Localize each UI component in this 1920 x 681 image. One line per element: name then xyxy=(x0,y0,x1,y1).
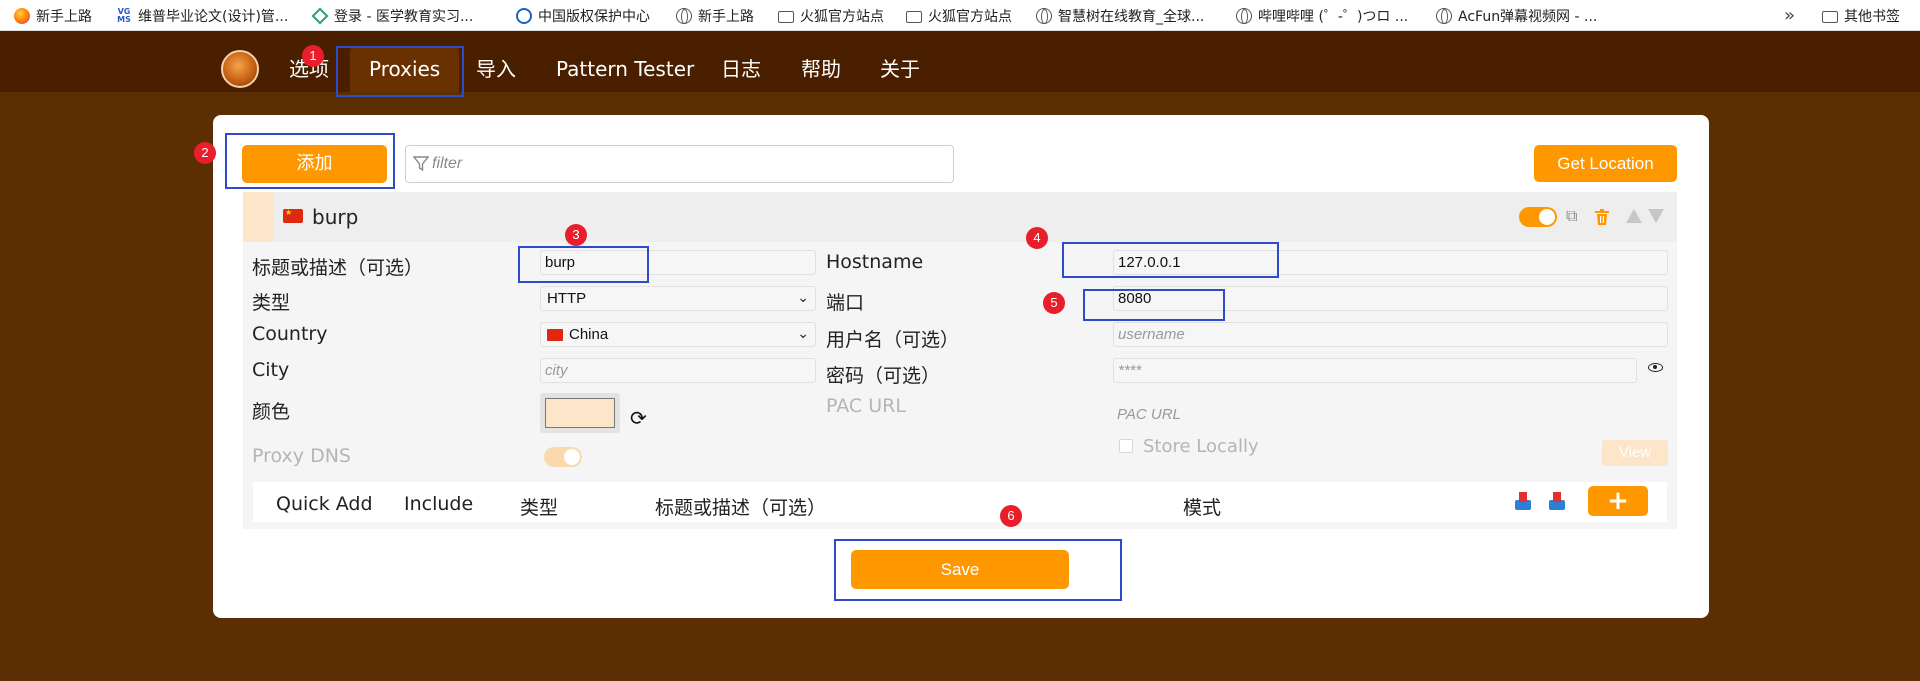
folder-icon xyxy=(906,10,922,23)
proxy-enabled-toggle[interactable] xyxy=(1519,207,1557,227)
title-label: 标题或描述（可选） xyxy=(252,257,424,279)
filter-input[interactable] xyxy=(432,146,932,182)
annotation-box-6 xyxy=(834,539,1122,601)
city-input[interactable] xyxy=(540,358,816,383)
annotation-badge-4: 4 xyxy=(1026,227,1048,249)
tab-about[interactable]: 关于 xyxy=(880,31,920,92)
proxy-color-strip xyxy=(243,192,273,242)
globe-icon xyxy=(1436,7,1452,24)
bookmark-item[interactable]: 火狐官方站点 xyxy=(778,0,884,31)
color-label: 颜色 xyxy=(252,401,291,423)
annotation-badge-5: 5 xyxy=(1043,292,1065,314)
get-location-button[interactable]: Get Location xyxy=(1534,145,1677,182)
column-pattern: 模式 xyxy=(1183,497,1222,519)
country-label: Country xyxy=(252,323,328,345)
delete-icon[interactable] xyxy=(1594,208,1610,231)
annotation-badge-1: 1 xyxy=(302,45,324,67)
move-down-icon[interactable] xyxy=(1648,209,1664,223)
folder-icon xyxy=(1822,10,1838,23)
diamond-icon xyxy=(311,7,329,24)
bookmark-item[interactable]: 新手上路 xyxy=(14,0,92,31)
annotation-badge-6: 6 xyxy=(1000,505,1022,527)
column-title: 标题或描述（可选） xyxy=(655,497,827,519)
tab-help[interactable]: 帮助 xyxy=(801,31,841,92)
vgms-icon: VG MS xyxy=(117,6,131,24)
store-locally-checkbox[interactable] xyxy=(1119,439,1133,453)
view-pac-button[interactable]: View xyxy=(1602,440,1668,466)
foxyproxy-logo xyxy=(221,50,259,88)
proxy-dns-toggle[interactable] xyxy=(544,447,582,467)
copyright-icon xyxy=(516,7,532,24)
type-label: 类型 xyxy=(252,292,291,314)
chevron-down-icon: ⌄ xyxy=(797,325,809,341)
country-select[interactable]: China ⌄ xyxy=(540,322,816,347)
firefox-icon xyxy=(14,7,30,24)
column-include: Include xyxy=(404,493,474,515)
china-flag-icon xyxy=(283,208,303,223)
bookmarks-overflow-button[interactable]: » xyxy=(1784,0,1795,31)
column-quick-add: Quick Add xyxy=(276,493,373,515)
app-header xyxy=(0,31,1920,92)
add-pattern-button[interactable]: + xyxy=(1588,486,1648,516)
tab-pattern-tester[interactable]: Pattern Tester xyxy=(556,31,694,92)
password-input[interactable] xyxy=(1113,358,1637,383)
duplicate-icon[interactable]: ⧉ xyxy=(1566,208,1577,226)
move-up-icon[interactable] xyxy=(1626,209,1642,223)
chevron-down-icon: ⌄ xyxy=(797,289,809,305)
username-label: 用户名（可选） xyxy=(826,329,960,351)
annotation-box-1 xyxy=(336,46,464,97)
city-label: City xyxy=(252,359,290,381)
folder-icon xyxy=(778,10,794,23)
bookmark-item[interactable]: 智慧树在线教育_全球... xyxy=(1036,0,1204,31)
annotation-badge-2: 2 xyxy=(194,142,216,164)
type-select[interactable]: HTTP ⌄ xyxy=(540,286,816,311)
globe-icon xyxy=(1236,7,1252,24)
annotation-box-2 xyxy=(225,133,395,189)
column-type: 类型 xyxy=(520,497,559,519)
tab-import[interactable]: 导入 xyxy=(476,31,516,92)
china-flag-icon xyxy=(547,328,563,341)
bookmark-item[interactable]: 新手上路 xyxy=(676,0,754,31)
pac-url-label: PAC URL xyxy=(826,395,906,417)
hostname-label: Hostname xyxy=(826,251,924,273)
proxy-name: burp xyxy=(312,205,359,229)
bookmark-item[interactable]: 中国版权保护中心 xyxy=(516,0,650,31)
pac-url-input[interactable] xyxy=(1113,402,1668,427)
password-label: 密码（可选） xyxy=(826,365,941,387)
proxy-dns-label: Proxy DNS xyxy=(252,445,351,467)
bookmark-item[interactable]: 登录 - 医学教育实习... xyxy=(311,0,473,31)
filter-box xyxy=(405,145,954,183)
annotation-box-4 xyxy=(1062,242,1279,278)
filter-icon xyxy=(413,156,429,172)
port-label: 端口 xyxy=(826,292,865,314)
other-bookmarks[interactable]: 其他书签 xyxy=(1822,0,1900,31)
reset-color-icon[interactable]: ⟳ xyxy=(630,406,647,431)
proxy-panel-header[interactable] xyxy=(243,192,1677,242)
bookmarks-bar: 新手上路 VG MS 维普毕业论文(设计)管... 登录 - 医学教育实习... 中… xyxy=(0,0,1920,31)
globe-icon xyxy=(1036,7,1052,24)
username-input[interactable] xyxy=(1113,322,1668,347)
annotation-badge-3: 3 xyxy=(565,224,587,246)
show-password-icon[interactable] xyxy=(1648,363,1663,372)
store-locally-label: Store Locally xyxy=(1143,436,1259,457)
bookmark-item[interactable]: AcFun弹幕视频网 - ... xyxy=(1436,0,1597,31)
annotation-box-3 xyxy=(518,246,649,283)
bookmark-item[interactable]: VG MS 维普毕业论文(设计)管... xyxy=(116,0,288,31)
import-patterns-icon[interactable] xyxy=(1515,492,1531,510)
color-picker[interactable] xyxy=(540,393,620,433)
annotation-box-5 xyxy=(1083,289,1225,321)
globe-icon xyxy=(676,7,692,24)
bookmark-item[interactable]: 火狐官方站点 xyxy=(906,0,1012,31)
export-patterns-icon[interactable] xyxy=(1549,492,1565,510)
tab-log[interactable]: 日志 xyxy=(721,31,761,92)
color-swatch xyxy=(545,398,615,428)
bookmark-item[interactable]: 哔哩哔哩 (゜-゜)つロ ... xyxy=(1236,0,1408,31)
